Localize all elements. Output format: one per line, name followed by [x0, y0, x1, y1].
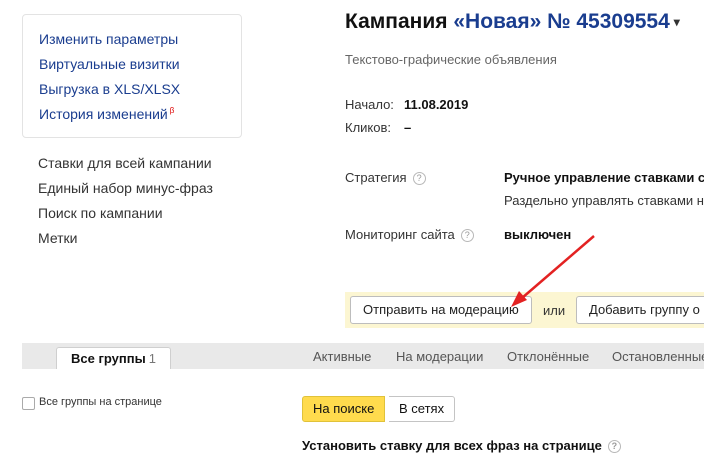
monitoring-label-text: Мониторинг сайта [345, 227, 455, 242]
tab-rejected[interactable]: Отклонённые [507, 349, 589, 364]
title-prefix: Кампания [345, 10, 448, 33]
start-date: 11.08.2019 [404, 97, 469, 112]
clicks-label: Кликов: [345, 120, 392, 135]
campaign-type: Текстово-графические объявления [345, 52, 557, 67]
tab-all-groups-count: 1 [148, 351, 156, 366]
page-title: Кампания «Новая» № 45309554 ▾ [345, 10, 680, 34]
edit-parameters-link[interactable]: Изменить параметры [39, 31, 178, 47]
tab-all-groups-label[interactable]: Все группы [71, 351, 146, 366]
arrow-shaft [521, 235, 595, 299]
start-label: Начало: [345, 97, 394, 112]
strategy-label-text: Стратегия [345, 170, 407, 185]
beta-badge: β [169, 106, 175, 116]
campaign-actions-card: Изменить параметры Виртуальные визитки В… [22, 14, 242, 138]
clicks-value: – [404, 120, 412, 135]
all-groups-checkbox[interactable] [22, 397, 35, 410]
tab-all-groups[interactable]: Все группы 1 [56, 347, 171, 369]
strategy-description: Раздельно управлять ставками н [504, 193, 704, 208]
strategy-value[interactable]: Ручное управление ставками с о [504, 170, 704, 185]
action-bar: Отправить на модерацию или Добавить груп… [345, 292, 704, 328]
tab-stopped[interactable]: Остановленные [612, 349, 704, 364]
labels-link[interactable]: Метки [38, 230, 78, 246]
strategy-label: Стратегия? [345, 170, 426, 185]
campaign-number[interactable]: № 45309554 [547, 10, 670, 33]
tab-active[interactable]: Активные [313, 349, 371, 364]
campaign-name[interactable]: «Новая» [453, 10, 541, 33]
virtual-cards-link[interactable]: Виртуальные визитки [39, 56, 180, 72]
campaign-search-link[interactable]: Поиск по кампании [38, 205, 163, 221]
help-icon[interactable]: ? [412, 172, 426, 185]
change-history-link[interactable]: История изменений β [39, 106, 174, 122]
monitoring-value: выключен [504, 227, 572, 242]
group-tabs: Все группы 1 Активные На модерации Отклон… [22, 343, 704, 369]
segment-networks[interactable]: В сетях [389, 396, 456, 422]
help-icon[interactable]: ? [607, 440, 621, 453]
chevron-down-icon[interactable]: ▾ [674, 15, 680, 29]
tab-moderation[interactable]: На модерации [396, 349, 483, 364]
send-to-moderation-button[interactable]: Отправить на модерацию [350, 296, 532, 324]
monitoring-label: Мониторинг сайта? [345, 227, 474, 242]
all-groups-checkbox-label[interactable]: Все группы на странице [39, 396, 162, 408]
add-group-button[interactable]: Добавить группу о [576, 296, 704, 324]
change-history-label[interactable]: История изменений [39, 106, 168, 122]
negative-keywords-link[interactable]: Единый набор минус-фраз [38, 180, 213, 196]
campaign-bids-link[interactable]: Ставки для всей кампании [38, 155, 212, 171]
set-rate-label: Установить ставку для всех фраз на стран… [302, 438, 602, 453]
export-xls-link[interactable]: Выгрузка в XLS/XLSX [39, 81, 180, 97]
set-rate-heading: Установить ставку для всех фраз на стран… [302, 438, 621, 453]
segment-search[interactable]: На поиске [302, 396, 386, 422]
help-icon[interactable]: ? [460, 229, 474, 242]
or-text: или [543, 303, 566, 318]
